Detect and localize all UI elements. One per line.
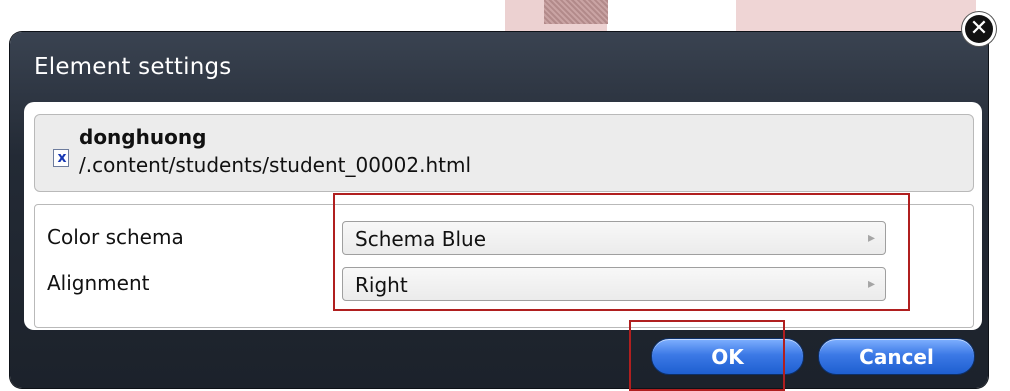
dialog-title: Element settings bbox=[34, 54, 232, 80]
close-icon: ✕ bbox=[965, 15, 993, 43]
ok-button[interactable]: OK bbox=[651, 338, 804, 375]
color-schema-select[interactable]: Schema Blue ▸ bbox=[342, 221, 886, 255]
color-schema-value: Schema Blue bbox=[355, 227, 487, 251]
close-button[interactable]: ✕ bbox=[962, 12, 996, 46]
x-file-icon: x bbox=[53, 149, 69, 167]
element-settings-dialog: Element settings x donghuong /.content/s… bbox=[10, 32, 988, 388]
alignment-value: Right bbox=[355, 273, 408, 297]
background-page-strip-right bbox=[736, 0, 976, 36]
chevron-right-icon: ▸ bbox=[867, 276, 875, 292]
cancel-button[interactable]: Cancel bbox=[818, 338, 975, 375]
color-schema-label: Color schema bbox=[47, 225, 184, 249]
dialog-content: x donghuong /.content/students/student_0… bbox=[24, 102, 982, 330]
chevron-right-icon: ▸ bbox=[867, 230, 875, 246]
settings-box: Color schema Schema Blue ▸ Alignment Rig… bbox=[34, 204, 974, 328]
file-info-box: x donghuong /.content/students/student_0… bbox=[34, 114, 974, 192]
alignment-label: Alignment bbox=[47, 271, 150, 295]
file-path: /.content/students/student_00002.html bbox=[79, 153, 472, 177]
file-name: donghuong bbox=[79, 125, 207, 149]
background-thumbnail bbox=[544, 0, 608, 24]
alignment-select[interactable]: Right ▸ bbox=[342, 267, 886, 301]
